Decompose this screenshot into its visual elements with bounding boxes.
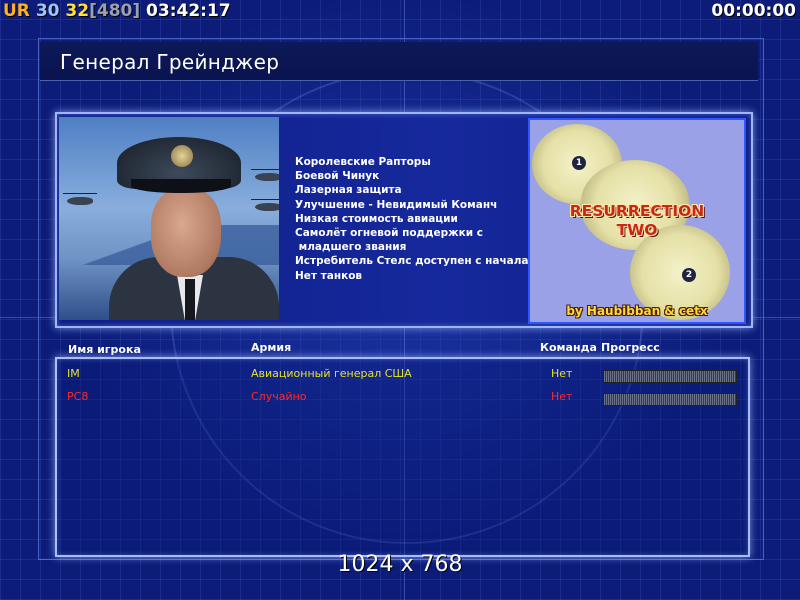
officer-cap-brim — [131, 179, 231, 193]
hud-timer: 00:00:00 — [711, 1, 796, 21]
feature-item: Лазерная защита — [295, 184, 402, 197]
player-name: PC8 — [67, 390, 89, 403]
table-row: IM Авиационный генерал США Нет — [0, 367, 800, 383]
hud-stats: UR 30 32[480] 03:42:17 — [3, 0, 231, 22]
table-row: PC8 Случайно Нет — [0, 390, 800, 406]
player-team: Нет — [551, 367, 573, 380]
helicopter-icon — [251, 199, 279, 211]
helicopter-icon — [63, 193, 97, 205]
feature-item: Королевские Рапторы — [295, 156, 431, 168]
hud-fps: 30 — [35, 1, 60, 21]
map-start-position-1: 1 — [572, 156, 586, 170]
players-panel — [55, 357, 750, 557]
player-army: Случайно — [251, 390, 307, 403]
hud-frame: 32 — [65, 1, 90, 21]
general-features: Королевские Рапторы Боевой Чинук Лазерная … — [295, 155, 529, 283]
feature-item: Самолёт огневой поддержки с — [295, 227, 483, 240]
column-header-team: Команда — [540, 341, 597, 354]
map-start-position-2: 2 — [682, 268, 696, 282]
hud-clock: 03:42:17 — [146, 1, 231, 21]
feature-item: Истребитель Стелс доступен с начала — [295, 255, 529, 268]
feature-item: Низкая стоимость авиации — [295, 212, 458, 225]
general-portrait — [59, 117, 279, 320]
feature-item: Улучшение - Невидимый Команч — [295, 198, 498, 211]
player-name: IM — [67, 367, 80, 380]
feature-item: Нет танков — [295, 269, 363, 282]
resolution-label: 1024 x 768 — [337, 552, 463, 577]
map-credit: by Haubibban & cetx — [566, 304, 708, 318]
hud-limit: [480] — [89, 1, 141, 21]
map-preview: 1 2 RESURRECTION TWO by Haubibban & cetx — [528, 118, 746, 324]
cap-badge-icon — [171, 145, 193, 167]
column-header-progress: Прогресс — [601, 341, 660, 354]
hud-ur-label: UR — [3, 1, 30, 21]
player-progress-bar — [603, 393, 737, 406]
officer-face — [151, 189, 221, 277]
feature-item: младшего звания — [295, 241, 407, 254]
column-header-army: Армия — [251, 341, 292, 354]
column-header-player: Имя игрока — [68, 343, 141, 356]
player-army: Авиационный генерал США — [251, 367, 412, 380]
player-team: Нет — [551, 390, 573, 403]
player-progress-bar — [603, 370, 737, 383]
map-title-line1: RESURRECTION — [569, 202, 705, 220]
helicopter-icon — [251, 169, 279, 181]
map-title-line2: TWO — [616, 221, 658, 239]
feature-item: Боевой Чинук — [295, 170, 380, 183]
page-title: Генерал Грейнджер — [60, 50, 280, 74]
officer-tie — [185, 279, 195, 320]
